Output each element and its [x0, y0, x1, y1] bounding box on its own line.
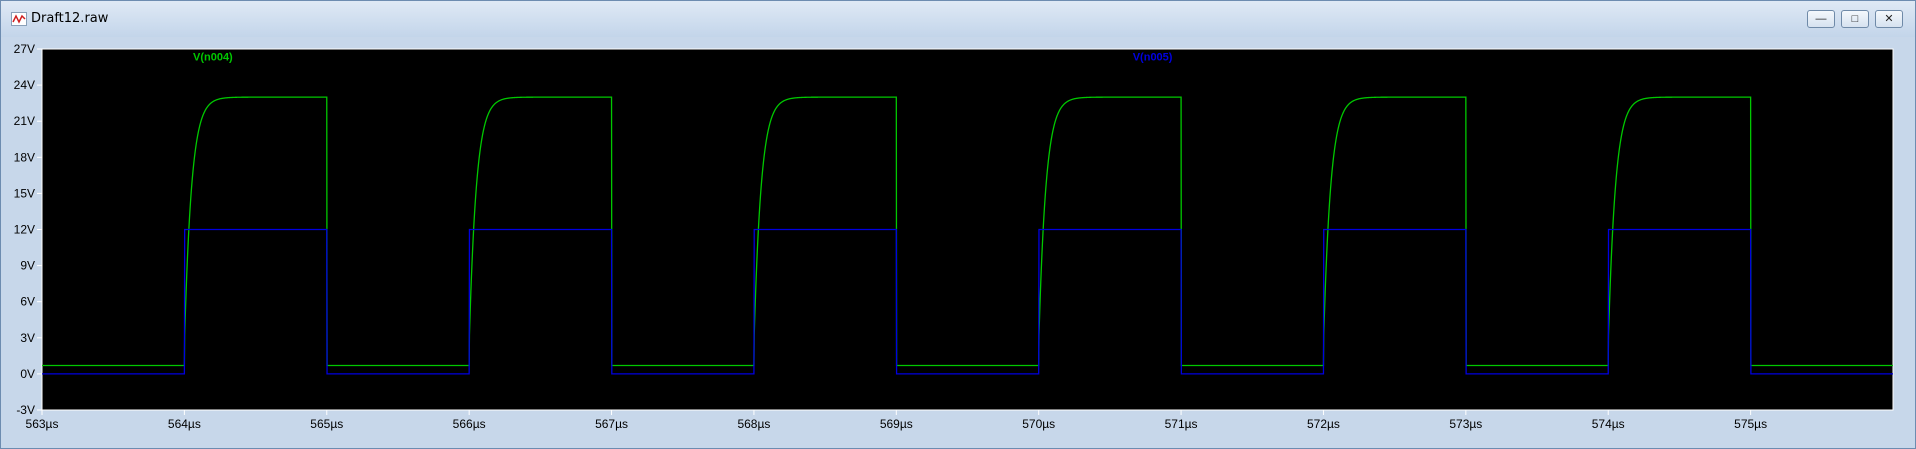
y-tick-label: 15V	[14, 186, 35, 200]
x-tick-label: 573µs	[1449, 417, 1482, 431]
y-tick-label: 3V	[20, 331, 35, 345]
x-tick-label: 571µs	[1165, 417, 1198, 431]
y-tick-label: 6V	[20, 295, 35, 309]
waveform-window: Draft12.raw — □ ✕ -3V 0V 3V 6V 9V 12V 15V 18V 21…	[0, 0, 1916, 449]
legend-series-label[interactable]: V(n005)	[1133, 52, 1173, 64]
x-tick-label: 570µs	[1022, 417, 1055, 431]
y-tick-label: 12V	[14, 223, 35, 237]
legend-series-label[interactable]: V(n004)	[193, 52, 233, 64]
x-tick-label: 569µs	[880, 417, 913, 431]
x-tick-label: 564µs	[168, 417, 201, 431]
maximize-button[interactable]: □	[1841, 10, 1869, 28]
y-tick-label: 18V	[14, 150, 35, 164]
x-tick-label: 572µs	[1307, 417, 1340, 431]
plot-pane[interactable]: -3V 0V 3V 6V 9V 12V 15V 18V 21V 24V 27V 563µs 564µs 5…	[3, 39, 1911, 443]
x-tick-label: 563µs	[26, 417, 59, 431]
y-tick-label: 0V	[20, 367, 35, 381]
y-tick-label: 27V	[14, 42, 35, 56]
x-tick-label: 574µs	[1592, 417, 1625, 431]
y-tick-label: -3V	[16, 403, 35, 417]
minimize-button[interactable]: —	[1807, 10, 1835, 28]
window-title: Draft12.raw	[31, 11, 109, 26]
y-tick-label: 9V	[20, 259, 35, 273]
waveform-app-icon	[11, 12, 27, 26]
x-tick-label: 568µs	[737, 417, 770, 431]
y-tick-label: 21V	[14, 114, 35, 128]
x-tick-label: 566µs	[453, 417, 486, 431]
x-tick-label: 575µs	[1734, 417, 1767, 431]
x-tick-label: 567µs	[595, 417, 628, 431]
waveform-chart[interactable]: -3V 0V 3V 6V 9V 12V 15V 18V 21V 24V 27V 563µs 564µs 5…	[3, 39, 1911, 443]
x-tick-label: 565µs	[310, 417, 343, 431]
close-button[interactable]: ✕	[1875, 10, 1903, 28]
title-bar[interactable]: Draft12.raw — □ ✕	[1, 1, 1915, 37]
y-tick-label: 24V	[14, 78, 35, 92]
